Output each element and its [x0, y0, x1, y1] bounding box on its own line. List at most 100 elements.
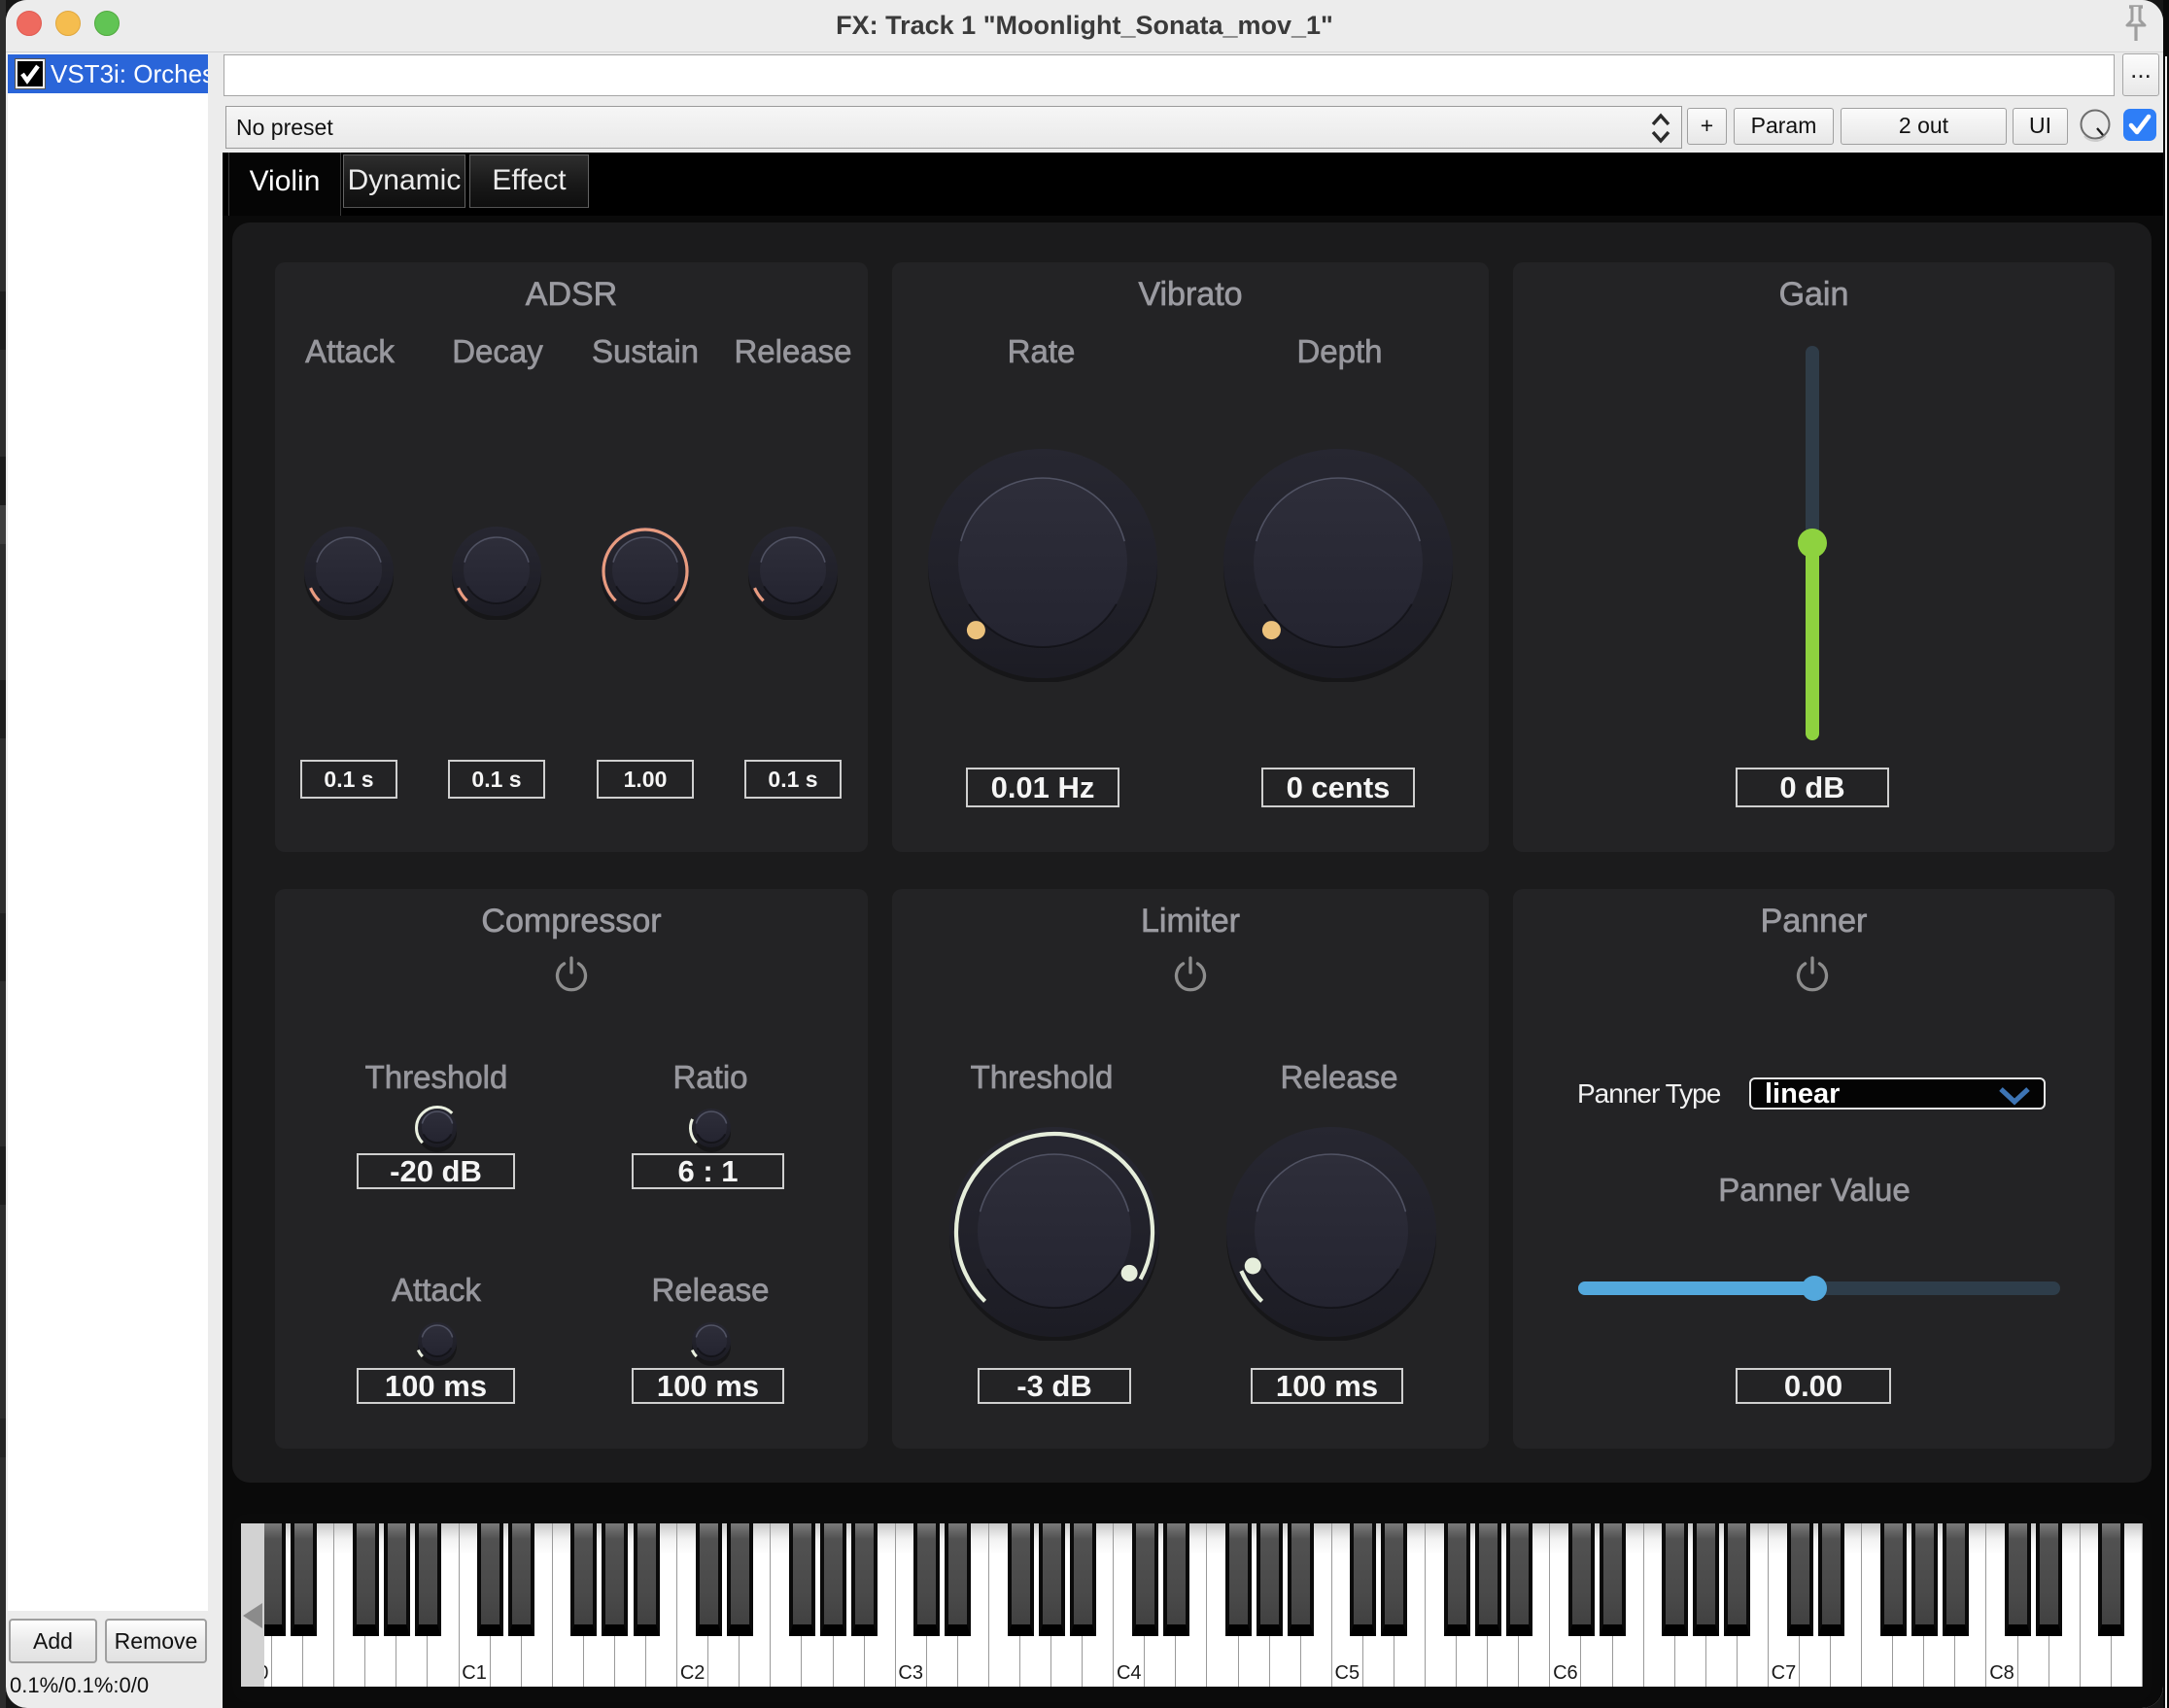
- comp-release-knob[interactable]: [686, 1316, 737, 1367]
- depth-knob[interactable]: [1220, 445, 1457, 682]
- attack-value[interactable]: 0.1 s: [300, 760, 397, 799]
- compressor-power-icon[interactable]: [550, 954, 593, 1002]
- sustain-value[interactable]: 1.00: [597, 760, 694, 799]
- black-key[interactable]: [602, 1523, 628, 1636]
- lim-release-value[interactable]: 100 ms: [1251, 1368, 1403, 1404]
- black-key[interactable]: [789, 1523, 815, 1636]
- release-value[interactable]: 0.1 s: [744, 760, 842, 799]
- depth-value[interactable]: 0 cents: [1261, 768, 1415, 807]
- lim-release-knob[interactable]: [1222, 1123, 1440, 1341]
- black-key[interactable]: [1008, 1523, 1034, 1636]
- comp-release-value[interactable]: 100 ms: [632, 1368, 784, 1404]
- release-knob[interactable]: [744, 523, 842, 620]
- limiter-power-icon[interactable]: [1169, 954, 1212, 1002]
- black-key[interactable]: [1911, 1523, 1938, 1636]
- decay-value[interactable]: 0.1 s: [448, 760, 545, 799]
- output-routing-button[interactable]: 2 out: [1841, 108, 2007, 145]
- preset-dropdown[interactable]: No preset: [225, 106, 1682, 149]
- comp-threshold-knob[interactable]: [412, 1103, 463, 1153]
- fx-enabled-checkbox[interactable]: [16, 59, 45, 88]
- black-key[interactable]: [1039, 1523, 1065, 1636]
- fx-name-field[interactable]: [224, 54, 2115, 96]
- black-key[interactable]: [1693, 1523, 1719, 1636]
- add-preset-button[interactable]: +: [1687, 108, 1727, 145]
- black-key[interactable]: [1225, 1523, 1252, 1636]
- preset-stepper-icon[interactable]: [1648, 111, 1673, 152]
- black-key[interactable]: [1880, 1523, 1907, 1636]
- attack-knob[interactable]: [300, 523, 397, 620]
- black-key[interactable]: [1381, 1523, 1407, 1636]
- black-key[interactable]: [2005, 1523, 2031, 1636]
- black-key[interactable]: [696, 1523, 722, 1636]
- black-key[interactable]: [945, 1523, 971, 1636]
- remove-fx-button[interactable]: Remove: [105, 1619, 207, 1663]
- panner-power-icon[interactable]: [1791, 954, 1834, 1002]
- black-key[interactable]: [1132, 1523, 1158, 1636]
- rate-knob[interactable]: [924, 445, 1161, 682]
- black-key[interactable]: [415, 1523, 441, 1636]
- black-key[interactable]: [1943, 1523, 1969, 1636]
- tab-effect[interactable]: Effect: [469, 154, 589, 208]
- black-key[interactable]: [384, 1523, 410, 1636]
- lim-threshold-value[interactable]: -3 dB: [978, 1368, 1131, 1404]
- black-key[interactable]: [1818, 1523, 1844, 1636]
- black-key[interactable]: [1350, 1523, 1376, 1636]
- gain-slider-thumb[interactable]: [1798, 529, 1827, 558]
- panner-value[interactable]: 0.00: [1736, 1368, 1891, 1404]
- tab-dynamic[interactable]: Dynamic: [343, 154, 465, 208]
- black-key[interactable]: [1724, 1523, 1750, 1636]
- black-key[interactable]: [1662, 1523, 1688, 1636]
- panner-type-dropdown[interactable]: linear: [1749, 1077, 2046, 1110]
- lim-threshold-knob[interactable]: [946, 1123, 1163, 1341]
- comp-threshold-value[interactable]: -20 dB: [357, 1153, 515, 1189]
- comp-attack-value[interactable]: 100 ms: [357, 1368, 515, 1404]
- comp-ratio-value[interactable]: 6 : 1: [632, 1153, 784, 1189]
- lim-release-label: Release: [1265, 1059, 1413, 1096]
- black-key[interactable]: [851, 1523, 878, 1636]
- comp-ratio-knob[interactable]: [686, 1103, 737, 1153]
- black-key[interactable]: [477, 1523, 503, 1636]
- black-key[interactable]: [2036, 1523, 2062, 1636]
- pin-icon[interactable]: [2117, 2, 2155, 55]
- black-key[interactable]: [913, 1523, 940, 1636]
- black-key[interactable]: [1288, 1523, 1314, 1636]
- add-fx-button[interactable]: Add: [9, 1619, 97, 1663]
- black-key[interactable]: [1787, 1523, 1813, 1636]
- black-key[interactable]: [1600, 1523, 1626, 1636]
- black-key[interactable]: [1070, 1523, 1096, 1636]
- panner-slider[interactable]: [1578, 1281, 2060, 1295]
- black-key[interactable]: [291, 1523, 317, 1636]
- black-key[interactable]: [634, 1523, 660, 1636]
- black-key[interactable]: [1568, 1523, 1595, 1636]
- fx-active-checkbox[interactable]: [2123, 109, 2156, 141]
- knob-icon: [412, 1103, 463, 1153]
- black-key[interactable]: [1444, 1523, 1470, 1636]
- black-key[interactable]: [353, 1523, 379, 1636]
- black-key[interactable]: [820, 1523, 846, 1636]
- wet-dry-knob[interactable]: [2079, 109, 2112, 149]
- comp-attack-knob[interactable]: [412, 1316, 463, 1367]
- more-options-button[interactable]: ...: [2122, 53, 2159, 96]
- tab-violin[interactable]: Violin: [228, 153, 341, 216]
- panner-value-label: Panner Value: [1669, 1172, 1960, 1209]
- black-key[interactable]: [508, 1523, 534, 1636]
- gain-slider[interactable]: [1806, 346, 1819, 740]
- decay-knob[interactable]: [448, 523, 545, 620]
- black-key[interactable]: [2098, 1523, 2124, 1636]
- keyboard-scroll-strip[interactable]: [241, 1523, 264, 1687]
- black-key[interactable]: [727, 1523, 753, 1636]
- ui-toggle-button[interactable]: UI: [2013, 108, 2068, 145]
- black-key[interactable]: [1163, 1523, 1189, 1636]
- panner-slider-thumb[interactable]: [1802, 1276, 1827, 1301]
- black-key[interactable]: [1475, 1523, 1501, 1636]
- black-key[interactable]: [570, 1523, 597, 1636]
- black-key[interactable]: [1257, 1523, 1283, 1636]
- sustain-knob[interactable]: [597, 523, 694, 620]
- param-button[interactable]: Param: [1734, 108, 1834, 145]
- gain-value[interactable]: 0 dB: [1736, 768, 1889, 807]
- black-key[interactable]: [1506, 1523, 1532, 1636]
- rate-value[interactable]: 0.01 Hz: [966, 768, 1119, 807]
- piano-keys[interactable]: C0C1C2C3C4C5C6C7C8: [241, 1523, 2143, 1687]
- fx-list-item-selected[interactable]: VST3i: Orches: [8, 54, 208, 93]
- fx-item-label: VST3i: Orches: [51, 54, 208, 93]
